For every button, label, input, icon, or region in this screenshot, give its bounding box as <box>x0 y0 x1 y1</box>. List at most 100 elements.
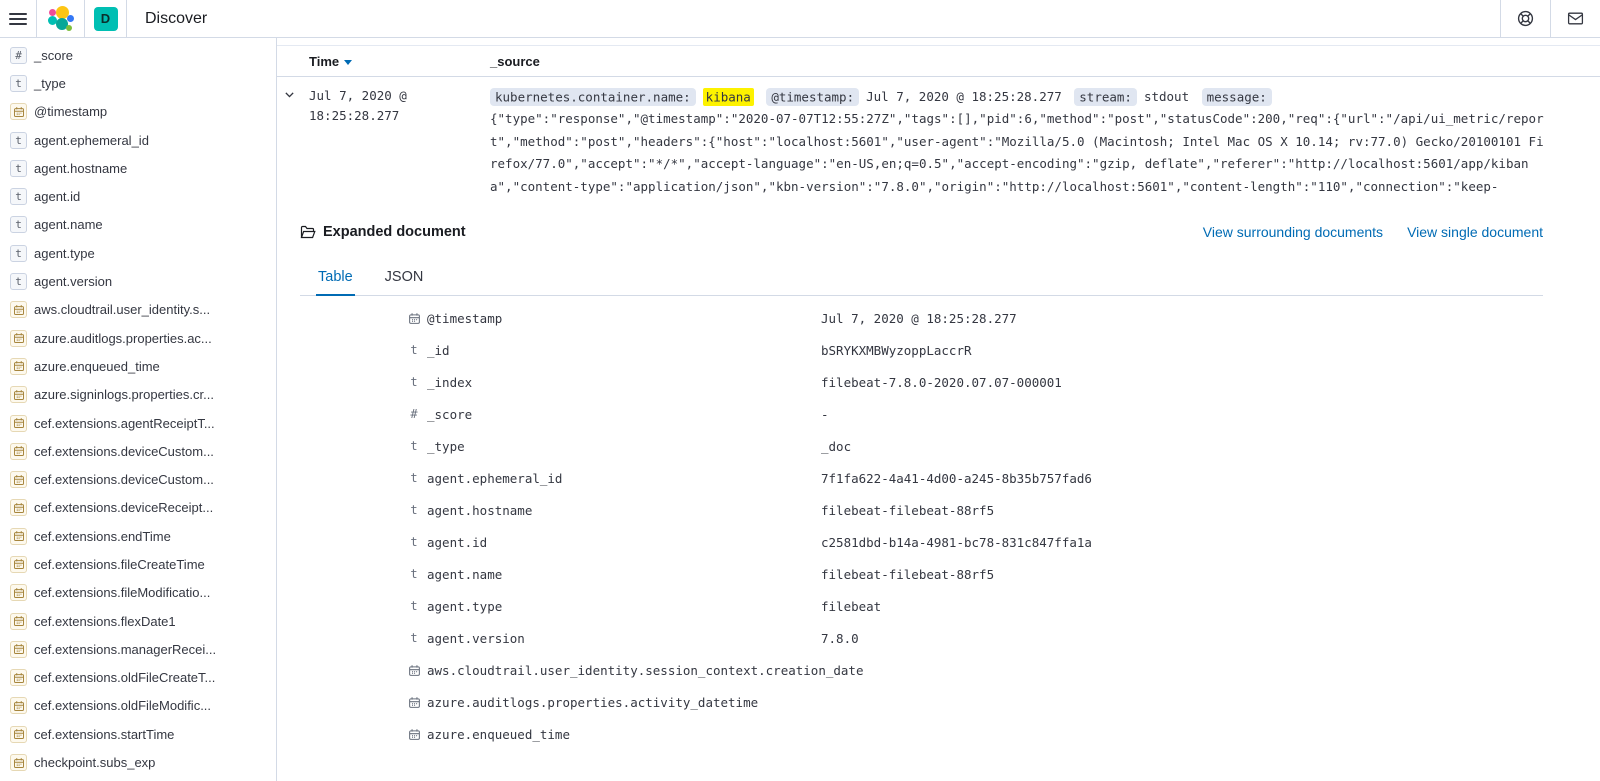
detail-field-value: filebeat <box>821 599 1543 614</box>
field-type-icon: t # <box>10 273 27 290</box>
field-type-icon: t # <box>406 630 422 646</box>
detail-field-value: bSRYKXMBWyzoppLaccrR <box>821 343 1543 358</box>
sidebar-field-item[interactable]: t # agent.version <box>0 267 276 295</box>
field-name-label: cef.extensions.endTime <box>34 529 171 544</box>
detail-field-value: c2581dbd-b14a-4981-bc78-831c847ffa1a <box>821 535 1543 550</box>
sidebar-field-item[interactable]: t # azure.signinlogs.properties.cr... <box>0 381 276 409</box>
sidebar-field-item[interactable]: t # cef.extensions.fileCreateTime <box>0 550 276 578</box>
row-source: kubernetes.container.name:kibana @timest… <box>490 86 1600 198</box>
detail-table-row: t # agent.hostname filebeat-filebeat-88r… <box>406 494 1543 526</box>
sidebar-field-item[interactable]: t # azure.auditlogs.properties.ac... <box>0 324 276 352</box>
discover-main: Time _source Jul 7, 2020 @ 18:25:28.277 … <box>277 38 1600 781</box>
field-name-label: cef.extensions.fileModificatio... <box>34 585 210 600</box>
detail-field-value: - <box>821 407 1543 422</box>
detail-table-row: t # aws.cloudtrail.user_identity.session… <box>406 654 1543 686</box>
field-type-icon: t # <box>406 342 422 358</box>
field-name-label: checkpoint.subs_exp <box>34 755 155 770</box>
sidebar-field-item[interactable]: t # agent.hostname <box>0 154 276 182</box>
detail-table-row: t # azure.auditlogs.properties.activity_… <box>406 686 1543 718</box>
sidebar-field-item[interactable]: t # azure.enqueued_time <box>0 352 276 380</box>
field-name-label: cef.extensions.deviceCustom... <box>34 444 214 459</box>
tab-table[interactable]: Table <box>316 261 355 296</box>
field-type-icon: t # <box>406 438 422 454</box>
field-name-label: cef.extensions.deviceReceipt... <box>34 500 213 515</box>
sidebar-field-item[interactable]: t # agent.type <box>0 239 276 267</box>
sidebar-field-item[interactable]: t # cef.extensions.oldFileModific... <box>0 692 276 720</box>
source-field-value: Jul 7, 2020 @ 18:25:28.277 <box>866 89 1062 104</box>
source-field-value: stdout <box>1144 89 1189 104</box>
source-field-badge: kubernetes.container.name: <box>490 88 696 106</box>
sidebar-field-item[interactable]: t # aws.cloudtrail.user_identity.s... <box>0 296 276 324</box>
detail-field-name: azure.auditlogs.properties.activity_date… <box>422 695 821 710</box>
sidebar-field-item[interactable]: t # cef.extensions.deviceCustom... <box>0 465 276 493</box>
source-field-pair: @timestamp:Jul 7, 2020 @ 18:25:28.277 <box>766 90 1070 104</box>
field-name-label: agent.type <box>34 246 95 261</box>
detail-table-row: t # agent.name filebeat-filebeat-88rf5 <box>406 558 1543 590</box>
sidebar-field-item[interactable]: t # checkpoint.subs_exp <box>0 748 276 776</box>
field-name-label: cef.extensions.oldFileCreateT... <box>34 670 215 685</box>
field-type-icon: t # <box>10 697 27 714</box>
notifications-button[interactable] <box>1550 0 1600 37</box>
field-type-icon: t # <box>10 160 27 177</box>
field-type-icon: t # <box>406 566 422 582</box>
sidebar-field-item[interactable]: t # agent.id <box>0 182 276 210</box>
detail-table-row: t # azure.enqueued_time <box>406 718 1543 750</box>
time-column-header[interactable]: Time <box>303 54 490 69</box>
tab-json[interactable]: JSON <box>383 261 426 295</box>
source-field-pair: stream:stdout <box>1074 90 1198 104</box>
sidebar-field-item[interactable]: t # cef.extensions.oldFileCreateT... <box>0 664 276 692</box>
elastic-logo-icon <box>48 6 74 32</box>
field-type-icon: t # <box>10 584 27 601</box>
sidebar-field-item[interactable]: t # _score <box>0 41 276 69</box>
field-type-icon: t # <box>406 662 422 678</box>
field-name-label: agent.hostname <box>34 161 127 176</box>
page-title: Discover <box>127 0 207 37</box>
sidebar-field-item[interactable]: t # agent.name <box>0 211 276 239</box>
detail-field-name: @timestamp <box>422 311 821 326</box>
field-type-icon: t # <box>10 216 27 233</box>
detail-table-row: t # @timestamp Jul 7, 2020 @ 18:25:28.27… <box>406 302 1543 334</box>
field-type-icon: t # <box>406 534 422 550</box>
sidebar-field-item[interactable]: t # cef.extensions.startTime <box>0 720 276 748</box>
field-name-label: agent.version <box>34 274 112 289</box>
field-type-icon: t # <box>10 103 27 120</box>
view-surrounding-documents-link[interactable]: View surrounding documents <box>1203 224 1383 240</box>
sidebar-field-item[interactable]: t # cef.extensions.fileModificatio... <box>0 579 276 607</box>
field-type-icon: t # <box>406 598 422 614</box>
detail-table-row: t # _index filebeat-7.8.0-2020.07.07-000… <box>406 366 1543 398</box>
sidebar-field-item[interactable]: t # cef.extensions.deviceReceipt... <box>0 494 276 522</box>
field-name-label: cef.extensions.oldFileModific... <box>34 698 211 713</box>
detail-field-value: filebeat-filebeat-88rf5 <box>821 503 1543 518</box>
field-type-icon: t # <box>406 374 422 390</box>
sidebar-field-item[interactable]: t # agent.ephemeral_id <box>0 126 276 154</box>
sidebar-field-item[interactable]: t # cef.extensions.deviceCustom... <box>0 437 276 465</box>
elastic-logo[interactable] <box>37 0 85 37</box>
field-name-label: cef.extensions.flexDate1 <box>34 614 176 629</box>
sidebar-field-item[interactable]: t # cef.extensions.agentReceiptT... <box>0 409 276 437</box>
sidebar-field-item[interactable]: t # _type <box>0 69 276 97</box>
detail-table-row: t # agent.type filebeat <box>406 590 1543 622</box>
app-icon-badge[interactable]: D <box>85 0 127 37</box>
help-button[interactable] <box>1500 0 1550 37</box>
menu-button[interactable] <box>0 0 37 37</box>
field-name-label: azure.enqueued_time <box>34 359 160 374</box>
hamburger-icon <box>9 10 27 28</box>
field-type-icon: t # <box>10 754 27 771</box>
field-name-label: cef.extensions.deviceCustom... <box>34 472 214 487</box>
sidebar-field-item[interactable]: t # @timestamp <box>0 98 276 126</box>
field-name-label: cef.extensions.managerRecei... <box>34 642 216 657</box>
detail-table-row: t # _type _doc <box>406 430 1543 462</box>
collapse-row-button[interactable] <box>277 86 303 198</box>
sidebar-field-item[interactable]: t # cef.extensions.flexDate1 <box>0 607 276 635</box>
field-name-label: azure.auditlogs.properties.ac... <box>34 331 212 346</box>
field-type-icon: t # <box>10 75 27 92</box>
sidebar-field-item[interactable]: t # cef.extensions.managerRecei... <box>0 635 276 663</box>
message-value: {"type":"response","@timestamp":"2020-07… <box>490 108 1544 198</box>
detail-field-name: aws.cloudtrail.user_identity.session_con… <box>422 663 821 678</box>
field-name-label: agent.ephemeral_id <box>34 133 149 148</box>
sidebar-field-item[interactable]: t # cef.extensions.endTime <box>0 522 276 550</box>
view-single-document-link[interactable]: View single document <box>1407 224 1543 240</box>
field-type-icon: t # <box>10 47 27 64</box>
source-field-pair: kubernetes.container.name:kibana <box>490 90 763 104</box>
app-header: D Discover <box>0 0 1600 38</box>
